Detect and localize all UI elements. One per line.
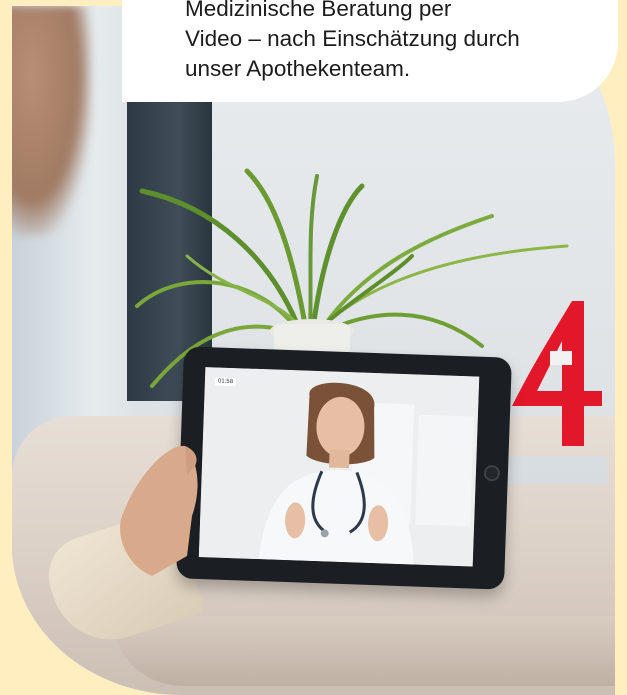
doctor-video [198,367,480,567]
tablet: 01:58 [176,346,512,590]
home-button-icon [483,464,501,482]
photo: 01:58 [12,6,615,695]
caption-line: unser Apothekenteam. [185,56,411,81]
video-call-screen: 01:58 [198,367,480,567]
caption-line: Video – nach Einschätzung durch [185,26,520,51]
call-timer-badge: 01:58 [214,377,237,387]
hand [107,436,217,586]
caption-line: Medizinische Beratung per [185,0,452,21]
caption-text: Medizinische Beratung per Video – nach E… [185,0,605,84]
table-edge [112,616,615,686]
pharmacy-4-logo-icon [502,296,612,501]
